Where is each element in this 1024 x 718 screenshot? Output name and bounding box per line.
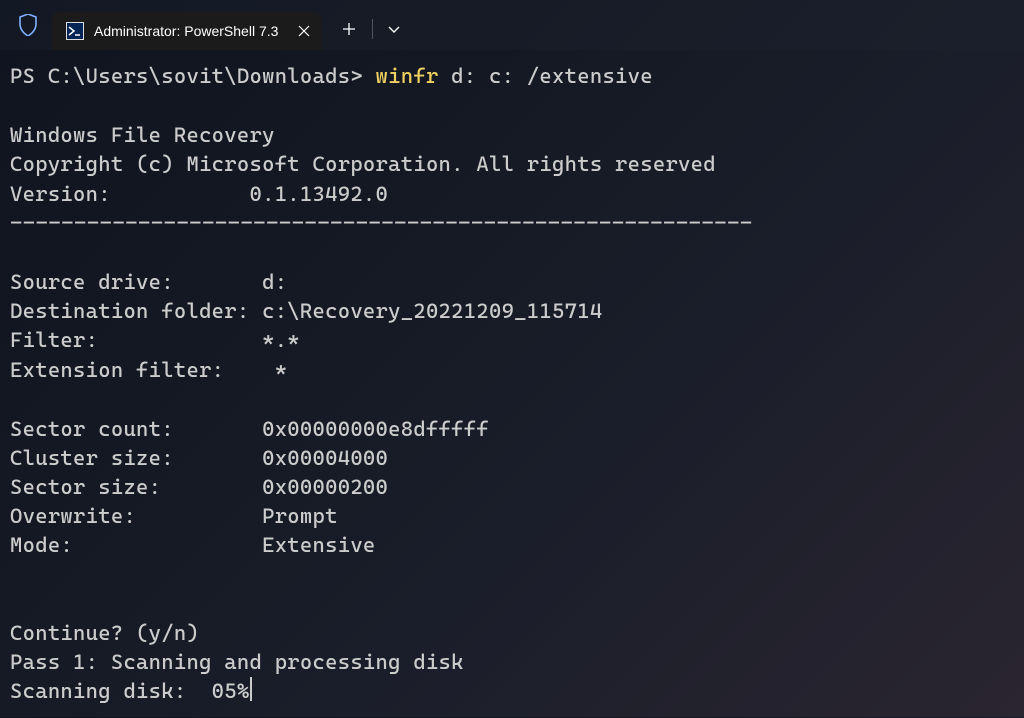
app-version: Version: 0.1.13492.0 <box>10 182 388 206</box>
tab-dropdown-button[interactable] <box>377 12 411 46</box>
toolbar-divider <box>372 19 373 39</box>
prompt-path: PS C:\Users\sovit\Downloads> <box>10 64 376 88</box>
powershell-icon <box>66 22 84 40</box>
command-args: d: c: /extensive <box>439 64 653 88</box>
source-drive-line: Source drive: d: <box>10 270 287 294</box>
mode-line: Mode: Extensive <box>10 533 376 557</box>
terminal-output[interactable]: PS C:\Users\sovit\Downloads> winfr d: c:… <box>0 50 1024 718</box>
titlebar: Administrator: PowerShell 7.3 <box>0 0 1024 50</box>
filter-line: Filter: *.* <box>10 328 300 352</box>
app-title: Windows File Recovery <box>10 123 275 147</box>
separator-line: ----------------------------------------… <box>10 209 1014 238</box>
scanning-line: Scanning disk: 05% <box>10 679 250 703</box>
progress-block: Continue? (y/n) Pass 1: Scanning and pro… <box>10 619 1014 707</box>
extension-filter-line: Extension filter: * <box>10 358 287 382</box>
cluster-size-line: Cluster size: 0x00004000 <box>10 446 388 470</box>
command-name: winfr <box>376 64 439 88</box>
text-cursor <box>250 677 252 701</box>
tab-title: Administrator: PowerShell 7.3 <box>94 23 278 39</box>
app-header: Windows File Recovery Copyright (c) Micr… <box>10 121 1014 209</box>
tab-active[interactable]: Administrator: PowerShell 7.3 <box>52 12 322 50</box>
recovery-info: Source drive: d: Destination folder: c:\… <box>10 268 1014 385</box>
sector-size-line: Sector size: 0x00000200 <box>10 475 388 499</box>
app-copyright: Copyright (c) Microsoft Corporation. All… <box>10 152 716 176</box>
destination-folder-line: Destination folder: c:\Recovery_20221209… <box>10 299 602 323</box>
shield-icon <box>18 13 38 37</box>
prompt-line: PS C:\Users\sovit\Downloads> winfr d: c:… <box>10 62 1014 91</box>
new-tab-button[interactable] <box>330 12 368 46</box>
sector-count-line: Sector count: 0x00000000e8dfffff <box>10 417 489 441</box>
continue-prompt: Continue? (y/n) <box>10 621 199 645</box>
tab-close-button[interactable] <box>292 19 316 43</box>
disk-details: Sector count: 0x00000000e8dfffff Cluster… <box>10 415 1014 561</box>
pass-line: Pass 1: Scanning and processing disk <box>10 650 464 674</box>
overwrite-line: Overwrite: Prompt <box>10 504 338 528</box>
